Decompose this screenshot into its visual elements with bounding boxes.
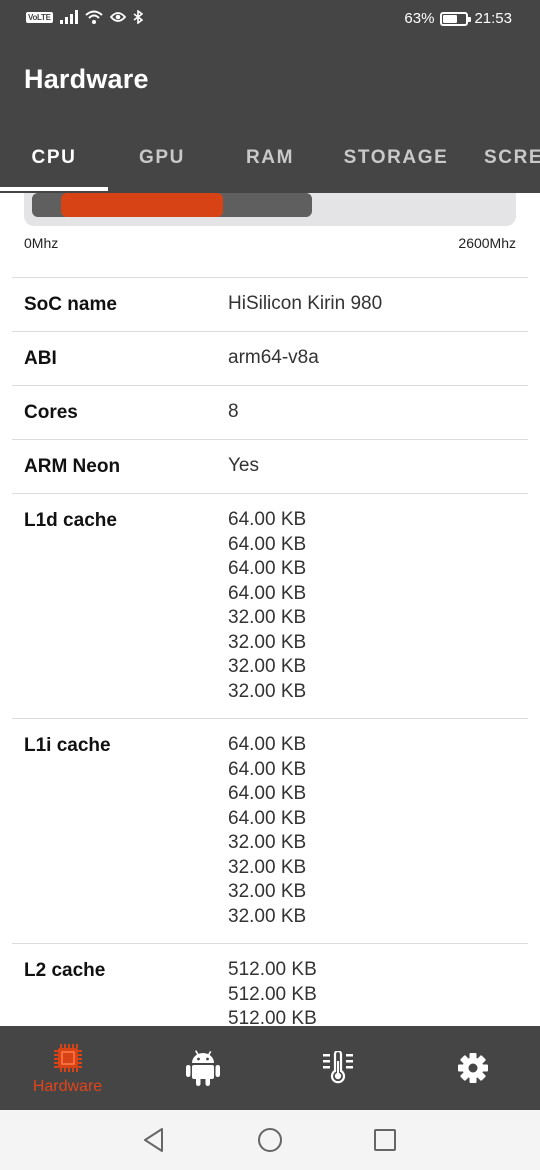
spec-value: 32.00 KB	[228, 905, 307, 927]
nav-temperature[interactable]	[270, 1026, 405, 1110]
nav-android[interactable]	[135, 1026, 270, 1110]
spec-value: 512.00 KB	[228, 1008, 317, 1026]
spec-label: ABI	[24, 348, 57, 369]
battery-percent: 63%	[404, 10, 435, 27]
spec-label: ARM Neon	[24, 456, 121, 477]
spec-value: 64.00 KB	[228, 558, 307, 579]
home-icon[interactable]	[256, 1126, 284, 1154]
spec-table: SoC name HiSilicon Kirin 980 ABI arm64-v8a C…	[12, 277, 528, 1026]
status-icons-right: 63% 21:53	[404, 10, 512, 27]
spec-value: 64.00 KB	[228, 582, 307, 604]
back-icon[interactable]	[140, 1126, 168, 1154]
tab-cpu[interactable]: CPU	[0, 135, 108, 193]
page-title: Hardware	[24, 64, 149, 94]
spec-row: ARM Neon Yes	[12, 439, 528, 493]
spec-row: ABI arm64-v8a	[12, 331, 528, 385]
spec-value: 32.00 KB	[228, 832, 307, 853]
spec-value: HiSilicon Kirin 980	[228, 293, 383, 314]
spec-value: 32.00 KB	[228, 607, 307, 628]
settings-gear-icon	[457, 1053, 488, 1083]
spec-values: 64.00 KB 64.00 KB 64.00 KB 64.00 KB 32.00 KB…	[228, 733, 528, 929]
spec-value: 64.00 KB	[228, 783, 307, 804]
spec-value: 8	[228, 401, 239, 422]
spec-label: L2 cache	[24, 960, 106, 981]
spec-label: SoC name	[24, 294, 117, 315]
spec-value: 64.00 KB	[228, 758, 307, 780]
tab-indicator	[0, 187, 108, 191]
cpu-chip-icon	[53, 1044, 82, 1072]
spec-value: 32.00 KB	[228, 680, 307, 702]
wifi-icon	[84, 10, 103, 24]
eye-icon	[109, 12, 126, 22]
status-icons-left: VoLTE	[26, 10, 143, 24]
spec-label: L1d cache	[24, 510, 117, 531]
spec-value: 512.00 KB	[228, 959, 317, 980]
spec-label: Cores	[24, 402, 78, 423]
tab-gpu[interactable]: GPU	[108, 135, 216, 193]
frequency-track	[32, 193, 312, 217]
spec-values: 512.00 KB 512.00 KB 512.00 KB	[228, 958, 528, 1026]
spec-value: 64.00 KB	[228, 509, 307, 530]
bottom-navigation: Hardware	[0, 1026, 540, 1110]
spec-values: 64.00 KB 64.00 KB 64.00 KB 64.00 KB 32.00 KB…	[228, 508, 528, 704]
spec-values: HiSilicon Kirin 980	[228, 292, 528, 317]
tab-ram[interactable]: RAM	[216, 135, 324, 193]
spec-value: 32.00 KB	[228, 881, 307, 902]
spec-values: arm64-v8a	[228, 346, 528, 371]
spec-value: 512.00 KB	[228, 983, 317, 1005]
spec-value: arm64-v8a	[228, 347, 319, 368]
thermometer-icon	[322, 1051, 353, 1084]
app-bar: Hardware CPU GPU RAM STORAGE SCREEN	[0, 38, 540, 193]
spec-values: 8	[228, 400, 528, 425]
spec-value: 64.00 KB	[228, 734, 307, 755]
tab-storage[interactable]: STORAGE	[324, 135, 468, 193]
spec-row: L1i cache 64.00 KB 64.00 KB 64.00 KB 64.00 K…	[12, 718, 528, 943]
spec-row: Cores 8	[12, 385, 528, 439]
nav-hardware-label: Hardware	[32, 1078, 103, 1095]
spec-values: Yes	[228, 454, 528, 479]
android-icon	[185, 1050, 220, 1086]
frequency-min-label: 0Mhz	[24, 235, 59, 251]
system-navigation-bar	[0, 1110, 540, 1170]
tab-screen[interactable]: SCREEN	[484, 135, 540, 193]
status-bar: VoLTE 63% 21:53	[0, 0, 540, 38]
spec-value: 64.00 KB	[228, 533, 307, 555]
cpu-content[interactable]: 0Mhz 2600Mhz SoC name HiSilicon Kirin 980…	[0, 193, 540, 1026]
battery-icon	[440, 11, 472, 26]
tab-bar: CPU GPU RAM STORAGE SCREEN	[0, 135, 540, 193]
frequency-fill	[61, 193, 223, 217]
frequency-panel	[24, 193, 516, 226]
bluetooth-icon	[133, 10, 143, 24]
nav-hardware[interactable]: Hardware	[0, 1026, 135, 1110]
spec-value: 32.00 KB	[228, 656, 307, 677]
spec-row: SoC name HiSilicon Kirin 980	[12, 277, 528, 331]
spec-value: 32.00 KB	[228, 856, 307, 878]
spec-label: L1i cache	[24, 735, 111, 756]
spec-row: L1d cache 64.00 KB 64.00 KB 64.00 KB 64.00 K…	[12, 493, 528, 718]
frequency-max-label: 2600Mhz	[458, 235, 516, 251]
spec-value: 32.00 KB	[228, 631, 307, 653]
spec-row: L2 cache 512.00 KB 512.00 KB 512.00 KB	[12, 943, 528, 1026]
clock: 21:53	[474, 10, 512, 27]
recents-icon[interactable]	[371, 1126, 399, 1154]
spec-value: Yes	[228, 455, 259, 476]
signal-icon	[59, 10, 78, 24]
nav-settings[interactable]	[405, 1026, 540, 1110]
volte-icon: VoLTE	[26, 11, 53, 23]
spec-value: 64.00 KB	[228, 807, 307, 829]
